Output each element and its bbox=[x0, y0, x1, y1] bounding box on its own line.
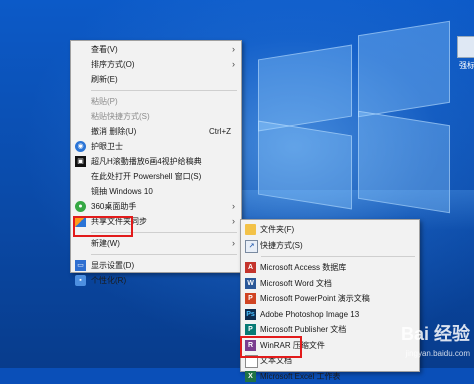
menu-item-label: Microsoft PowerPoint 演示文稿 bbox=[260, 294, 370, 303]
menu-item-label: 显示设置(D) bbox=[91, 261, 134, 270]
menu-item-undo-delete[interactable]: 撤消 删除(U) Ctrl+Z bbox=[71, 124, 241, 139]
word-icon: W bbox=[245, 278, 256, 289]
chevron-right-icon: › bbox=[232, 57, 235, 72]
menu-item-view[interactable]: 查看(V) › bbox=[71, 42, 241, 57]
submenu-item-powerpoint[interactable]: P Microsoft PowerPoint 演示文稿 bbox=[241, 291, 419, 307]
menu-item-label: 超凡H滚動播放6画4视护给稿典 bbox=[91, 157, 202, 166]
menu-item-label: 360桌面助手 bbox=[91, 202, 136, 211]
menu-item-label: 刷新(E) bbox=[91, 75, 118, 84]
menu-item-personalize[interactable]: ▪ 个性化(R) bbox=[71, 273, 241, 288]
menu-item-app[interactable]: ▣ 超凡H滚動播放6画4视护给稿典 bbox=[71, 154, 241, 169]
publisher-icon: P bbox=[245, 324, 256, 335]
powerpoint-icon: P bbox=[245, 293, 256, 304]
submenu-item-access[interactable]: A Microsoft Access 数据库 bbox=[241, 260, 419, 276]
shield-icon: ◉ bbox=[75, 141, 86, 152]
menu-item-eye-protection[interactable]: ◉ 护眼卫士 bbox=[71, 139, 241, 154]
chevron-right-icon: › bbox=[232, 214, 235, 229]
access-icon: A bbox=[245, 262, 256, 273]
menu-item-label: Adobe Photoshop Image 13 bbox=[260, 310, 359, 319]
photoshop-icon: Ps bbox=[245, 309, 256, 320]
submenu-item-folder[interactable]: 文件夹(F) bbox=[241, 222, 419, 238]
file-icon bbox=[457, 36, 474, 58]
submenu-item-word[interactable]: W Microsoft Word 文档 bbox=[241, 276, 419, 292]
menu-item-label: 文件夹(F) bbox=[260, 225, 294, 234]
menu-item-refresh[interactable]: 刷新(E) bbox=[71, 72, 241, 87]
menu-item-label: 个性化(R) bbox=[91, 276, 126, 285]
desktop-context-menu: 查看(V) › 排序方式(O) › 刷新(E) 粘贴(P) 粘贴快捷方式(S) … bbox=[70, 40, 242, 273]
highlight-text-document bbox=[240, 336, 302, 358]
360-icon: ● bbox=[75, 201, 86, 212]
menu-item-label: 撤消 删除(U) bbox=[91, 127, 136, 136]
folder-icon bbox=[245, 224, 256, 235]
chevron-right-icon: › bbox=[232, 236, 235, 251]
app-icon: ▣ bbox=[75, 156, 86, 167]
menu-item-label: 在此处打开 Powershell 窗口(S) bbox=[91, 172, 201, 181]
menu-item-paste: 粘贴(P) bbox=[71, 94, 241, 109]
menu-separator bbox=[91, 90, 237, 91]
menu-item-label: Microsoft Word 文档 bbox=[260, 279, 332, 288]
menu-item-label: 粘贴(P) bbox=[91, 97, 118, 106]
menu-item-label: 查看(V) bbox=[91, 45, 118, 54]
menu-item-label: 新建(W) bbox=[91, 239, 120, 248]
excel-icon: X bbox=[245, 371, 256, 382]
windows-logo-pane bbox=[258, 45, 352, 132]
submenu-item-photoshop[interactable]: Ps Adobe Photoshop Image 13 bbox=[241, 307, 419, 323]
menu-item-sort-by[interactable]: 排序方式(O) › bbox=[71, 57, 241, 72]
highlight-new-item bbox=[73, 216, 133, 237]
menu-item-label: 排序方式(O) bbox=[91, 60, 135, 69]
desktop-shortcut[interactable]: 强标 bbox=[454, 36, 474, 71]
menu-item-open-powershell[interactable]: 在此处打开 Powershell 窗口(S) bbox=[71, 169, 241, 184]
menu-item-360-desktop[interactable]: ● 360桌面助手 › bbox=[71, 199, 241, 214]
menu-item-label: 护眼卫士 bbox=[91, 142, 123, 151]
menu-item-display-settings[interactable]: ▭ 显示设置(D) bbox=[71, 258, 241, 273]
watermark-url: jingyan.baidu.com bbox=[406, 349, 470, 358]
shortcut-text: Ctrl+Z bbox=[209, 124, 231, 139]
submenu-item-excel[interactable]: X Microsoft Excel 工作表 bbox=[241, 369, 419, 384]
display-icon: ▭ bbox=[75, 260, 86, 271]
menu-item-windows-10[interactable]: 镜抽 Windows 10 bbox=[71, 184, 241, 199]
personalize-icon: ▪ bbox=[75, 275, 86, 286]
menu-item-label: 镜抽 Windows 10 bbox=[91, 187, 153, 196]
menu-separator bbox=[261, 256, 415, 257]
menu-item-label: Microsoft Excel 工作表 bbox=[260, 372, 340, 381]
menu-item-label: Microsoft Access 数据库 bbox=[260, 263, 346, 272]
shortcut-icon: ↗ bbox=[245, 240, 258, 253]
menu-separator bbox=[91, 254, 237, 255]
menu-item-label: 快捷方式(S) bbox=[260, 241, 303, 250]
desktop-shortcut-label: 强标 bbox=[454, 60, 474, 71]
menu-item-new[interactable]: 新建(W) › bbox=[71, 236, 241, 251]
submenu-item-shortcut[interactable]: ↗ 快捷方式(S) bbox=[241, 238, 419, 254]
chevron-right-icon: › bbox=[232, 42, 235, 57]
menu-item-paste-shortcut: 粘贴快捷方式(S) bbox=[71, 109, 241, 124]
watermark-logo: Bai 经验 bbox=[401, 320, 470, 346]
menu-item-label: Microsoft Publisher 文档 bbox=[260, 325, 346, 334]
menu-item-label: 粘贴快捷方式(S) bbox=[91, 112, 150, 121]
windows-logo-pane bbox=[358, 21, 450, 118]
chevron-right-icon: › bbox=[232, 199, 235, 214]
